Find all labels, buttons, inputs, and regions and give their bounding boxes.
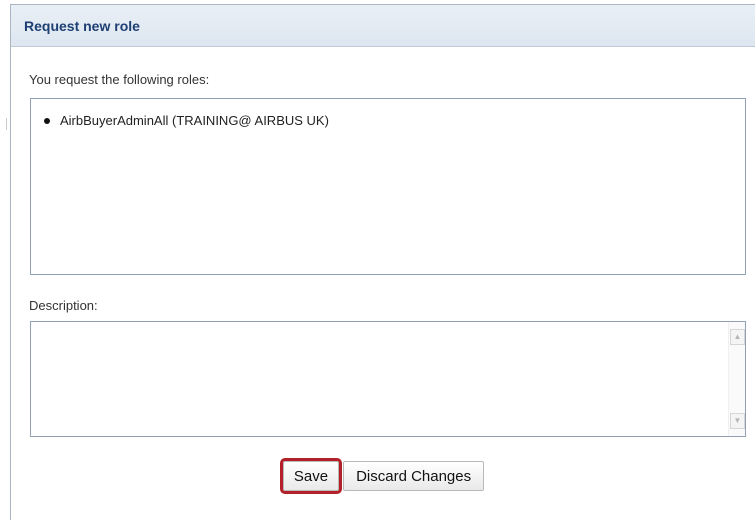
- scroll-up-icon[interactable]: ▲: [730, 329, 745, 345]
- description-field-wrapper: ▲ ▼: [30, 321, 746, 437]
- roles-label: You request the following roles:: [29, 72, 210, 87]
- role-label: AirbBuyerAdminAll (TRAINING@ AIRBUS UK): [60, 113, 329, 128]
- save-button[interactable]: Save: [279, 458, 343, 494]
- description-field[interactable]: [31, 322, 728, 436]
- roles-list: AirbBuyerAdminAll (TRAINING@ AIRBUS UK): [31, 99, 745, 128]
- button-row: Save Discard Changes: [11, 458, 755, 494]
- discard-changes-button[interactable]: Discard Changes: [343, 461, 485, 491]
- panel-header: Request new role: [11, 5, 755, 47]
- bullet-icon: [44, 117, 50, 124]
- page-edge: [0, 0, 10, 520]
- scroll-down-icon[interactable]: ▼: [730, 413, 745, 429]
- panel-title: Request new role: [24, 17, 140, 34]
- description-label: Description:: [29, 298, 98, 313]
- roles-box: AirbBuyerAdminAll (TRAINING@ AIRBUS UK): [30, 98, 746, 275]
- list-item: AirbBuyerAdminAll (TRAINING@ AIRBUS UK): [42, 113, 745, 128]
- edge-tick: [6, 118, 7, 130]
- request-role-panel: Request new role You request the followi…: [10, 4, 755, 520]
- description-scrollbar[interactable]: ▲ ▼: [728, 322, 745, 436]
